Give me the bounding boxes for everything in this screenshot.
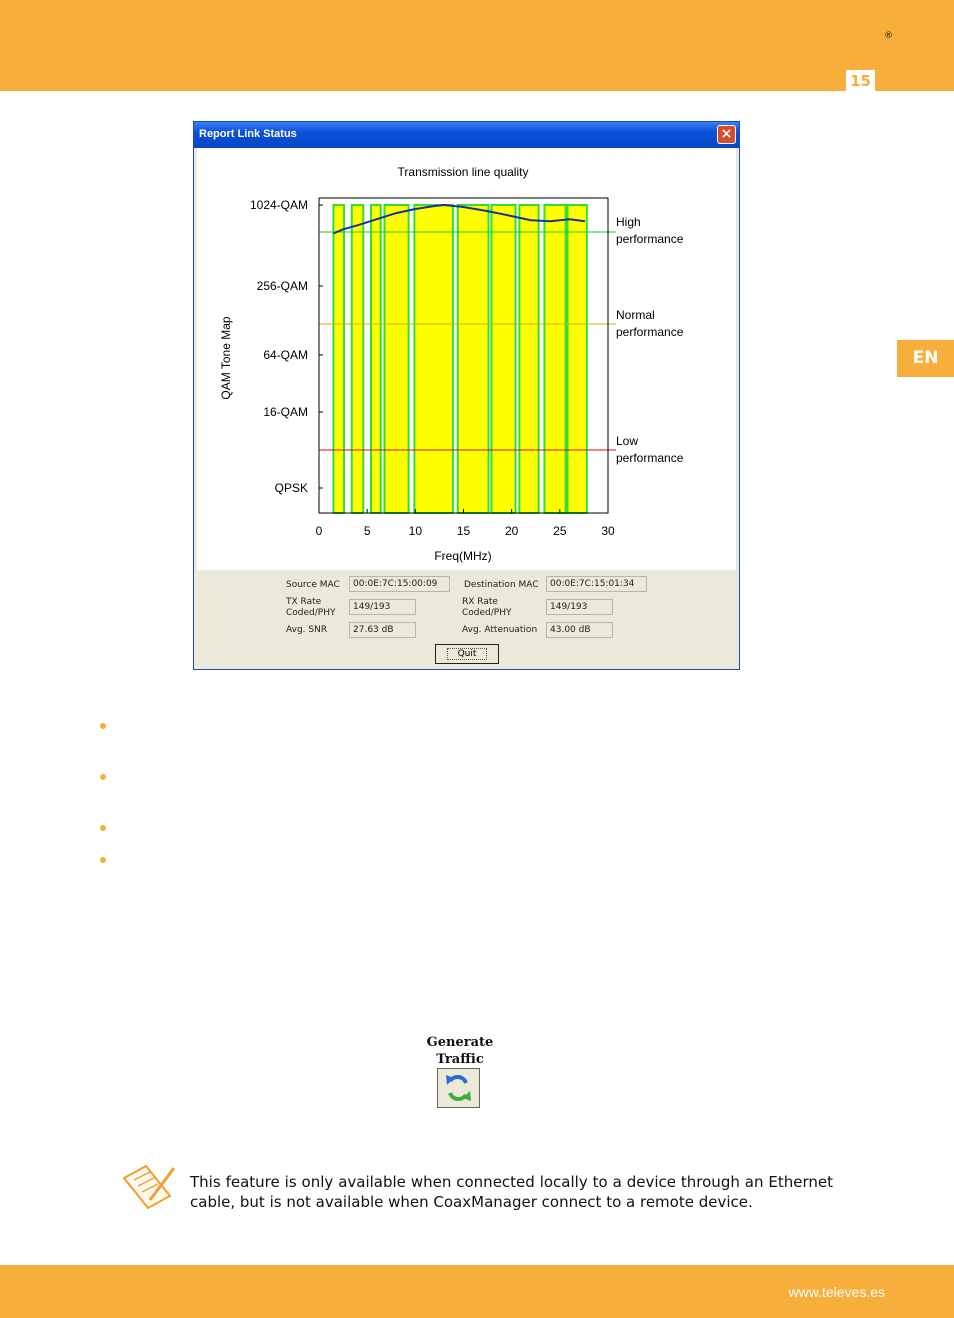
page-number: 15	[846, 70, 875, 91]
bullet-marker	[100, 825, 106, 831]
tone-band	[490, 204, 517, 514]
report-link-status-window: Report Link Status × Transmission line q…	[193, 121, 740, 670]
footer-url[interactable]: www.televes.es	[789, 1284, 885, 1300]
destination-mac-field[interactable]: 00:0E:7C:15:01:34	[546, 576, 647, 592]
tone-band	[383, 204, 410, 514]
window-titlebar[interactable]: Report Link Status ×	[194, 122, 739, 148]
tone-band	[518, 204, 540, 514]
y-level-label: 16-QAM	[263, 405, 308, 419]
x-tick-label: 30	[601, 524, 615, 538]
quit-button-label: Quit	[446, 648, 488, 660]
registered-mark: ®	[884, 31, 893, 41]
y-axis-label: QAM Tone Map	[219, 316, 233, 399]
tone-band	[370, 204, 382, 514]
source-mac-field[interactable]: 00:0E:7C:15:00:09	[349, 576, 450, 592]
avg-snr-label: Avg. SNR	[286, 625, 328, 635]
bullet-marker	[100, 774, 106, 780]
rx-rate-label: RX Rate	[462, 597, 498, 607]
generate-traffic-label-line2: Traffic	[436, 1052, 484, 1067]
y-level-label: 64-QAM	[263, 348, 308, 362]
bullet-marker	[100, 857, 106, 863]
tone-band	[543, 204, 567, 514]
low-performance-label-2: performance	[616, 451, 684, 465]
bullet-marker	[100, 723, 106, 729]
rx-rate-field[interactable]: 149/193	[546, 599, 613, 615]
x-tick-label: 15	[457, 524, 471, 538]
tone-band	[350, 204, 365, 514]
x-axis-label: Freq(MHz)	[434, 549, 491, 563]
tone-band	[413, 204, 454, 514]
generate-traffic-button[interactable]	[437, 1068, 480, 1108]
x-tick-label: 5	[364, 524, 371, 538]
generate-traffic-label-line1: Generate	[426, 1035, 494, 1050]
window-title: Report Link Status	[199, 128, 297, 140]
high-performance-label: High	[616, 215, 641, 229]
chart-panel: Transmission line quality Freq(MHz) QAM …	[197, 148, 736, 570]
normal-performance-label-2: performance	[616, 325, 684, 339]
y-level-label: QPSK	[275, 481, 308, 495]
tx-rate-field[interactable]: 149/193	[349, 599, 416, 615]
avg-attenuation-field[interactable]: 43.00 dB	[546, 622, 613, 638]
tone-band	[566, 204, 588, 514]
note-text: This feature is only available when conn…	[190, 1173, 833, 1211]
x-tick-label: 0	[316, 524, 323, 538]
avg-snr-field[interactable]: 27.63 dB	[349, 622, 416, 638]
rx-rate-label-2: Coded/PHY	[462, 608, 512, 618]
x-tick-label: 25	[553, 524, 567, 538]
quit-button[interactable]: Quit	[435, 644, 499, 664]
tone-band	[456, 204, 490, 514]
chart-title: Transmission line quality	[398, 165, 529, 179]
high-performance-label-2: performance	[616, 232, 684, 246]
normal-performance-label: Normal	[616, 308, 655, 322]
y-level-label: 1024-QAM	[250, 198, 308, 212]
tone-map-chart: Transmission line quality Freq(MHz) QAM …	[219, 165, 684, 563]
tx-rate-label-2: Coded/PHY	[286, 608, 336, 618]
source-mac-label: Source MAC	[286, 580, 340, 590]
generate-traffic-label: Generate Traffic	[420, 1034, 500, 1068]
note-pencil-icon	[122, 1164, 176, 1210]
x-tick-label: 20	[505, 524, 519, 538]
refresh-arrows-icon	[446, 1075, 471, 1101]
destination-mac-label: Destination MAC	[464, 580, 539, 590]
page-footer: www.televes.es	[0, 1265, 954, 1318]
low-performance-label: Low	[616, 434, 638, 448]
y-level-label: 256-QAM	[257, 279, 308, 293]
language-tab-en[interactable]: EN	[897, 340, 954, 377]
tx-rate-label: TX Rate	[286, 597, 322, 607]
close-icon[interactable]: ×	[717, 125, 736, 144]
tone-band	[332, 204, 346, 514]
avg-attenuation-label: Avg. Attenuation	[462, 625, 538, 635]
page-header: ® 15	[0, 0, 954, 91]
x-tick-label: 10	[409, 524, 423, 538]
